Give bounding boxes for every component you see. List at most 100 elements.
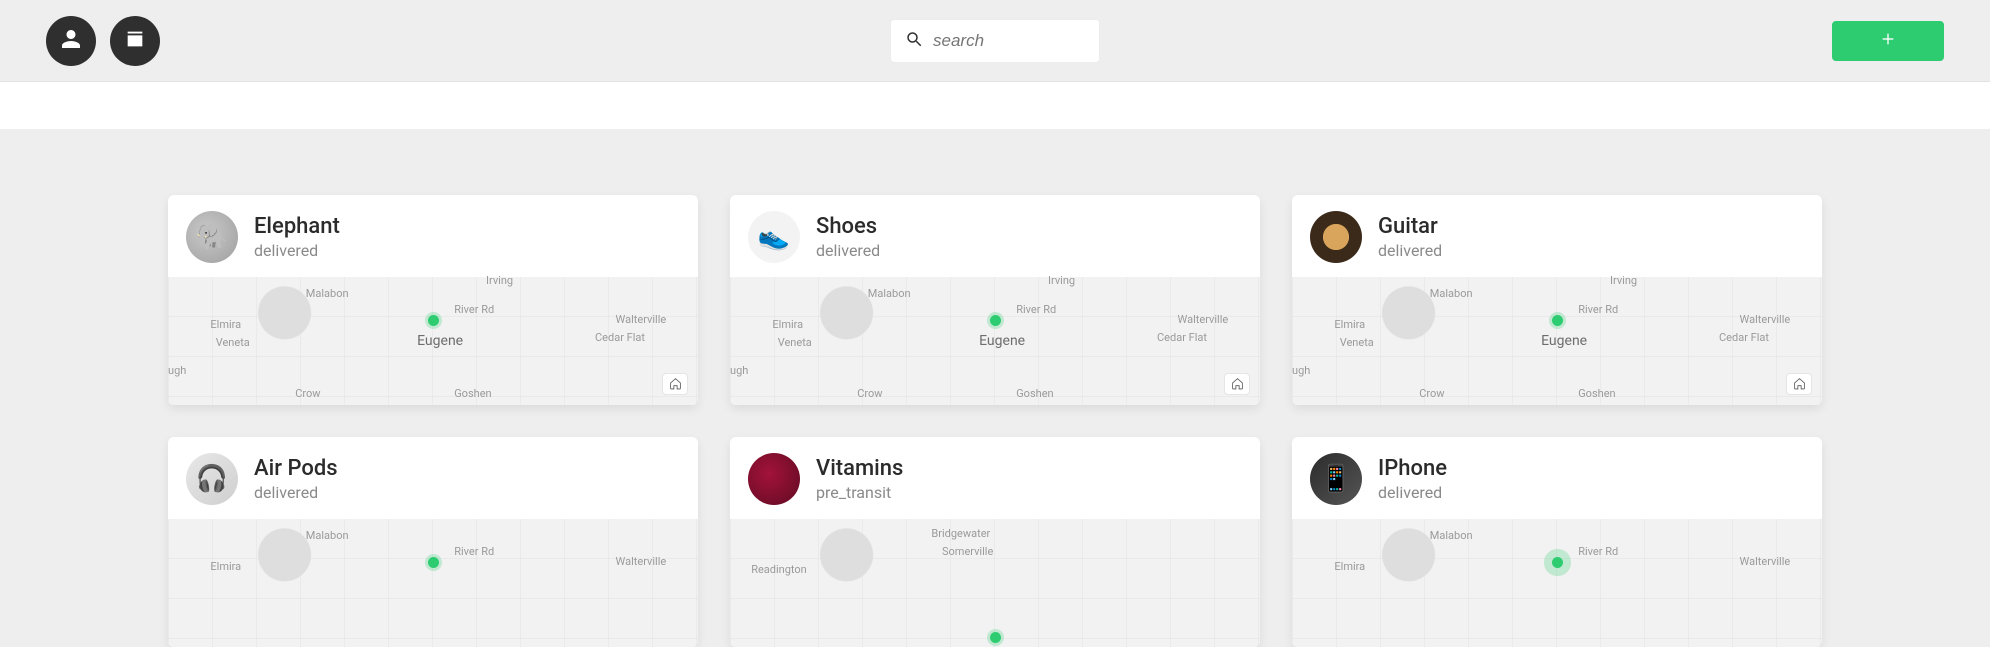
add-button[interactable]: [1832, 21, 1944, 61]
package-status: delivered: [816, 241, 880, 260]
avatar: 🐘: [186, 211, 238, 263]
map-label: Bridgewater: [931, 527, 990, 540]
topbar-left: [46, 16, 160, 66]
package-card[interactable]: Guitar delivered Irving Malabon River Rd…: [1292, 195, 1822, 405]
topbar: [0, 0, 1990, 82]
profile-button[interactable]: [46, 16, 96, 66]
card-title: Elephant delivered: [254, 214, 340, 260]
content: 🐘 Elephant delivered Irving Malabon Rive…: [0, 129, 1990, 647]
person-icon: [60, 28, 82, 54]
search-icon: [905, 30, 923, 52]
package-status: delivered: [254, 241, 340, 260]
package-card[interactable]: 🐘 Elephant delivered Irving Malabon Rive…: [168, 195, 698, 405]
archive-button[interactable]: [110, 16, 160, 66]
search-input[interactable]: [933, 31, 1085, 51]
package-card[interactable]: Vitamins pre_transit Bridgewater Somervi…: [730, 437, 1260, 647]
map-label: Goshen: [1016, 387, 1053, 400]
card-title: IPhone delivered: [1378, 456, 1447, 502]
search-box[interactable]: [890, 19, 1100, 63]
map-label: Walterville: [1740, 555, 1791, 568]
map-label: Malabon: [306, 529, 349, 542]
map-label: River Rd: [1578, 303, 1618, 316]
package-name: Vitamins: [816, 456, 903, 481]
map-label: Walterville: [1178, 313, 1229, 326]
avatar: [1310, 211, 1362, 263]
card-map: Malabon River Rd Elmira Walterville: [168, 519, 698, 647]
map-label: Elmira: [772, 318, 803, 331]
home-icon: [669, 375, 682, 394]
package-name: Guitar: [1378, 214, 1442, 239]
card-title: Guitar delivered: [1378, 214, 1442, 260]
card-title: Air Pods delivered: [254, 456, 338, 502]
archive-icon: [124, 28, 146, 54]
topbar-right: [1832, 21, 1944, 61]
map-label: Veneta: [1340, 336, 1374, 349]
package-card[interactable]: 📱 IPhone delivered Malabon River Rd Elmi…: [1292, 437, 1822, 647]
city-label: Eugene: [979, 333, 1025, 349]
map-label: Veneta: [216, 336, 250, 349]
map-label: Walterville: [616, 555, 667, 568]
card-map: Irving Malabon River Rd Elmira Veneta Wa…: [730, 277, 1260, 405]
map-label: Goshen: [454, 387, 491, 400]
home-button[interactable]: [1786, 373, 1812, 395]
map-label: Malabon: [1430, 529, 1473, 542]
map-label: Crow: [1419, 387, 1444, 400]
map-label: Irving: [1048, 274, 1075, 287]
map-label: Crow: [857, 387, 882, 400]
map-label: Walterville: [1740, 313, 1791, 326]
map-label: River Rd: [1578, 545, 1618, 558]
location-dot: [1552, 557, 1563, 568]
location-dot: [1552, 315, 1563, 326]
map-label: Malabon: [1430, 287, 1473, 300]
package-status: delivered: [1378, 483, 1447, 502]
package-status: delivered: [254, 483, 338, 502]
avatar: [748, 453, 800, 505]
map-label: Cedar Flat: [1719, 331, 1769, 344]
map-label: Irving: [486, 274, 513, 287]
package-status: delivered: [1378, 241, 1442, 260]
map-label: Malabon: [868, 287, 911, 300]
card-title: Vitamins pre_transit: [816, 456, 903, 502]
map-label: River Rd: [454, 303, 494, 316]
card-header: Vitamins pre_transit: [730, 437, 1260, 519]
package-card[interactable]: 🎧 Air Pods delivered Malabon River Rd El…: [168, 437, 698, 647]
card-map: Malabon River Rd Elmira Walterville: [1292, 519, 1822, 647]
avatar: 👟: [748, 211, 800, 263]
map-label: Malabon: [306, 287, 349, 300]
card-header: 🎧 Air Pods delivered: [168, 437, 698, 519]
map-label: Elmira: [1334, 560, 1365, 573]
avatar: 🎧: [186, 453, 238, 505]
map-label: ugh: [168, 364, 186, 377]
card-header: 👟 Shoes delivered: [730, 195, 1260, 277]
card-header: 📱 IPhone delivered: [1292, 437, 1822, 519]
package-name: Shoes: [816, 214, 880, 239]
map-label: Walterville: [616, 313, 667, 326]
map-label: Elmira: [1334, 318, 1365, 331]
search-container: [890, 19, 1100, 63]
location-dot: [428, 315, 439, 326]
card-header: 🐘 Elephant delivered: [168, 195, 698, 277]
city-label: Eugene: [417, 333, 463, 349]
map-label: River Rd: [454, 545, 494, 558]
map-label: Irving: [1610, 274, 1637, 287]
map-label: River Rd: [1016, 303, 1056, 316]
home-icon: [1793, 375, 1806, 394]
location-dot: [990, 632, 1001, 643]
home-button[interactable]: [1224, 373, 1250, 395]
location-dot: [428, 557, 439, 568]
card-map: Bridgewater Somerville Readington: [730, 519, 1260, 647]
map-label: Elmira: [210, 560, 241, 573]
location-dot: [990, 315, 1001, 326]
white-band: [0, 82, 1990, 129]
card-title: Shoes delivered: [816, 214, 880, 260]
avatar: 📱: [1310, 453, 1362, 505]
card-grid: 🐘 Elephant delivered Irving Malabon Rive…: [46, 195, 1944, 647]
package-name: IPhone: [1378, 456, 1447, 481]
home-icon: [1231, 375, 1244, 394]
card-map: Irving Malabon River Rd Elmira Veneta Wa…: [168, 277, 698, 405]
home-button[interactable]: [662, 373, 688, 395]
package-name: Air Pods: [254, 456, 338, 481]
map-label: Crow: [295, 387, 320, 400]
package-card[interactable]: 👟 Shoes delivered Irving Malabon River R…: [730, 195, 1260, 405]
map-label: ugh: [1292, 364, 1310, 377]
